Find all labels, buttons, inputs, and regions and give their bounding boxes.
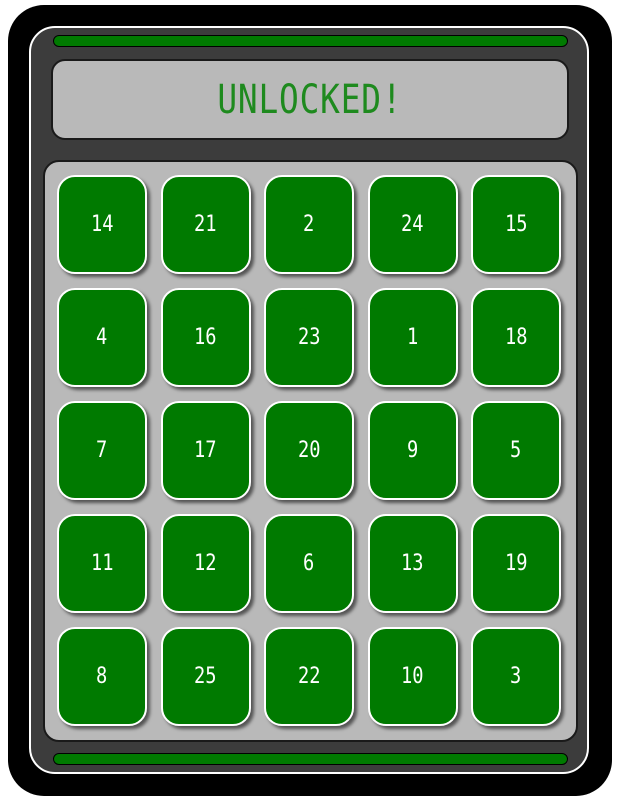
tile-number: 24 <box>401 212 424 237</box>
status-message: UNLOCKED! <box>217 76 403 123</box>
tile-number: 4 <box>96 325 108 350</box>
keypad-tile[interactable]: 17 <box>160 401 251 500</box>
tile-number: 20 <box>297 438 321 463</box>
keypad-tile[interactable]: 10 <box>367 627 458 726</box>
tile-number: 5 <box>510 438 522 463</box>
tile-number: 6 <box>303 551 315 576</box>
keypad-tile[interactable]: 14 <box>57 175 147 274</box>
keypad-tile[interactable]: 21 <box>160 175 251 274</box>
keypad-tile[interactable]: 16 <box>160 288 251 387</box>
tile-number: 11 <box>90 551 114 576</box>
tile-number: 14 <box>90 212 114 237</box>
tile-number: 12 <box>194 551 217 576</box>
keypad-tile[interactable]: 19 <box>471 514 561 613</box>
keypad-grid: 14 21 2 24 15 4 16 23 1 18 7 17 20 9 5 1… <box>57 175 563 726</box>
keypad-tile[interactable]: 13 <box>367 514 458 613</box>
tile-number: 18 <box>504 325 528 350</box>
tile-number: 15 <box>504 212 528 237</box>
keypad-tile[interactable]: 3 <box>471 627 561 726</box>
tile-number: 9 <box>406 438 419 463</box>
keypad-tile[interactable]: 23 <box>264 288 354 387</box>
keypad-tile[interactable]: 9 <box>367 401 458 500</box>
tile-number: 19 <box>504 551 528 576</box>
keypad-tile[interactable]: 12 <box>160 514 251 613</box>
keypad-tile[interactable]: 15 <box>471 175 561 274</box>
keypad-tile[interactable]: 1 <box>367 288 458 387</box>
tile-number: 10 <box>401 664 424 689</box>
keypad-tile[interactable]: 11 <box>57 514 147 613</box>
status-display: UNLOCKED! <box>51 59 569 140</box>
tile-number: 16 <box>194 325 217 350</box>
tile-number: 7 <box>96 438 108 463</box>
tile-number: 25 <box>194 664 217 689</box>
keypad-tile[interactable]: 8 <box>57 627 147 726</box>
keypad-tile[interactable]: 2 <box>264 175 354 274</box>
tile-number: 21 <box>194 212 217 237</box>
keypad-tile[interactable]: 4 <box>57 288 147 387</box>
tile-number: 23 <box>297 325 321 350</box>
tile-number: 2 <box>303 212 315 237</box>
keypad-tile[interactable]: 22 <box>264 627 354 726</box>
keypad-tile[interactable]: 5 <box>471 401 561 500</box>
tile-number: 22 <box>297 664 321 689</box>
keypad-tile[interactable]: 6 <box>264 514 354 613</box>
tile-number: 3 <box>510 664 522 689</box>
keypad-tile[interactable]: 25 <box>160 627 251 726</box>
top-led-bar <box>53 35 568 47</box>
bottom-led-bar <box>53 753 568 765</box>
tile-number: 13 <box>401 551 424 576</box>
tile-number: 8 <box>96 664 108 689</box>
keypad-tile[interactable]: 20 <box>264 401 354 500</box>
keypad-tile[interactable]: 18 <box>471 288 561 387</box>
tile-number: 1 <box>406 325 419 350</box>
keypad-tile[interactable]: 24 <box>367 175 458 274</box>
keypad-tile[interactable]: 7 <box>57 401 147 500</box>
tile-number: 17 <box>194 438 217 463</box>
